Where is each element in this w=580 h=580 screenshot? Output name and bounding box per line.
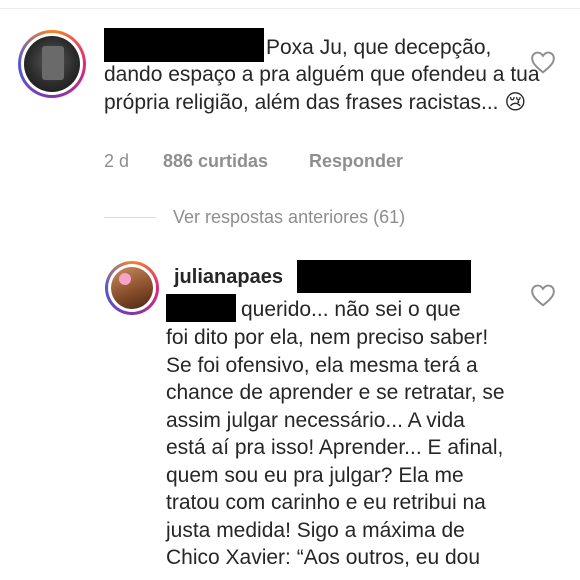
reply-text: foi dito por ela, nem preciso saber! Se … [166,326,505,569]
reply-username[interactable]: julianapaes [174,266,283,289]
redacted-text [297,260,471,293]
reply-text-first-line: querido... não sei o que [241,298,461,321]
view-previous-replies-link[interactable]: Ver respostas anteriores (61) [173,207,405,228]
heart-outline-icon[interactable] [530,50,556,74]
comment-timestamp: 2 d [104,151,130,171]
replies-divider-line [104,217,156,218]
top-divider [0,8,580,9]
redacted-mention [166,294,236,322]
reply-button[interactable]: Responder [309,151,403,172]
comment-likes-count[interactable]: 886 curtidas [163,151,268,172]
commenter-avatar[interactable] [18,30,86,98]
redacted-username [104,28,264,62]
reply-avatar[interactable] [105,261,159,315]
comment-text-first-line: Poxa Ju, que decepção, [266,36,492,59]
comment-text: dando espaço a pra alguém que ofendeu a … [104,63,540,114]
heart-outline-icon[interactable] [530,283,556,307]
